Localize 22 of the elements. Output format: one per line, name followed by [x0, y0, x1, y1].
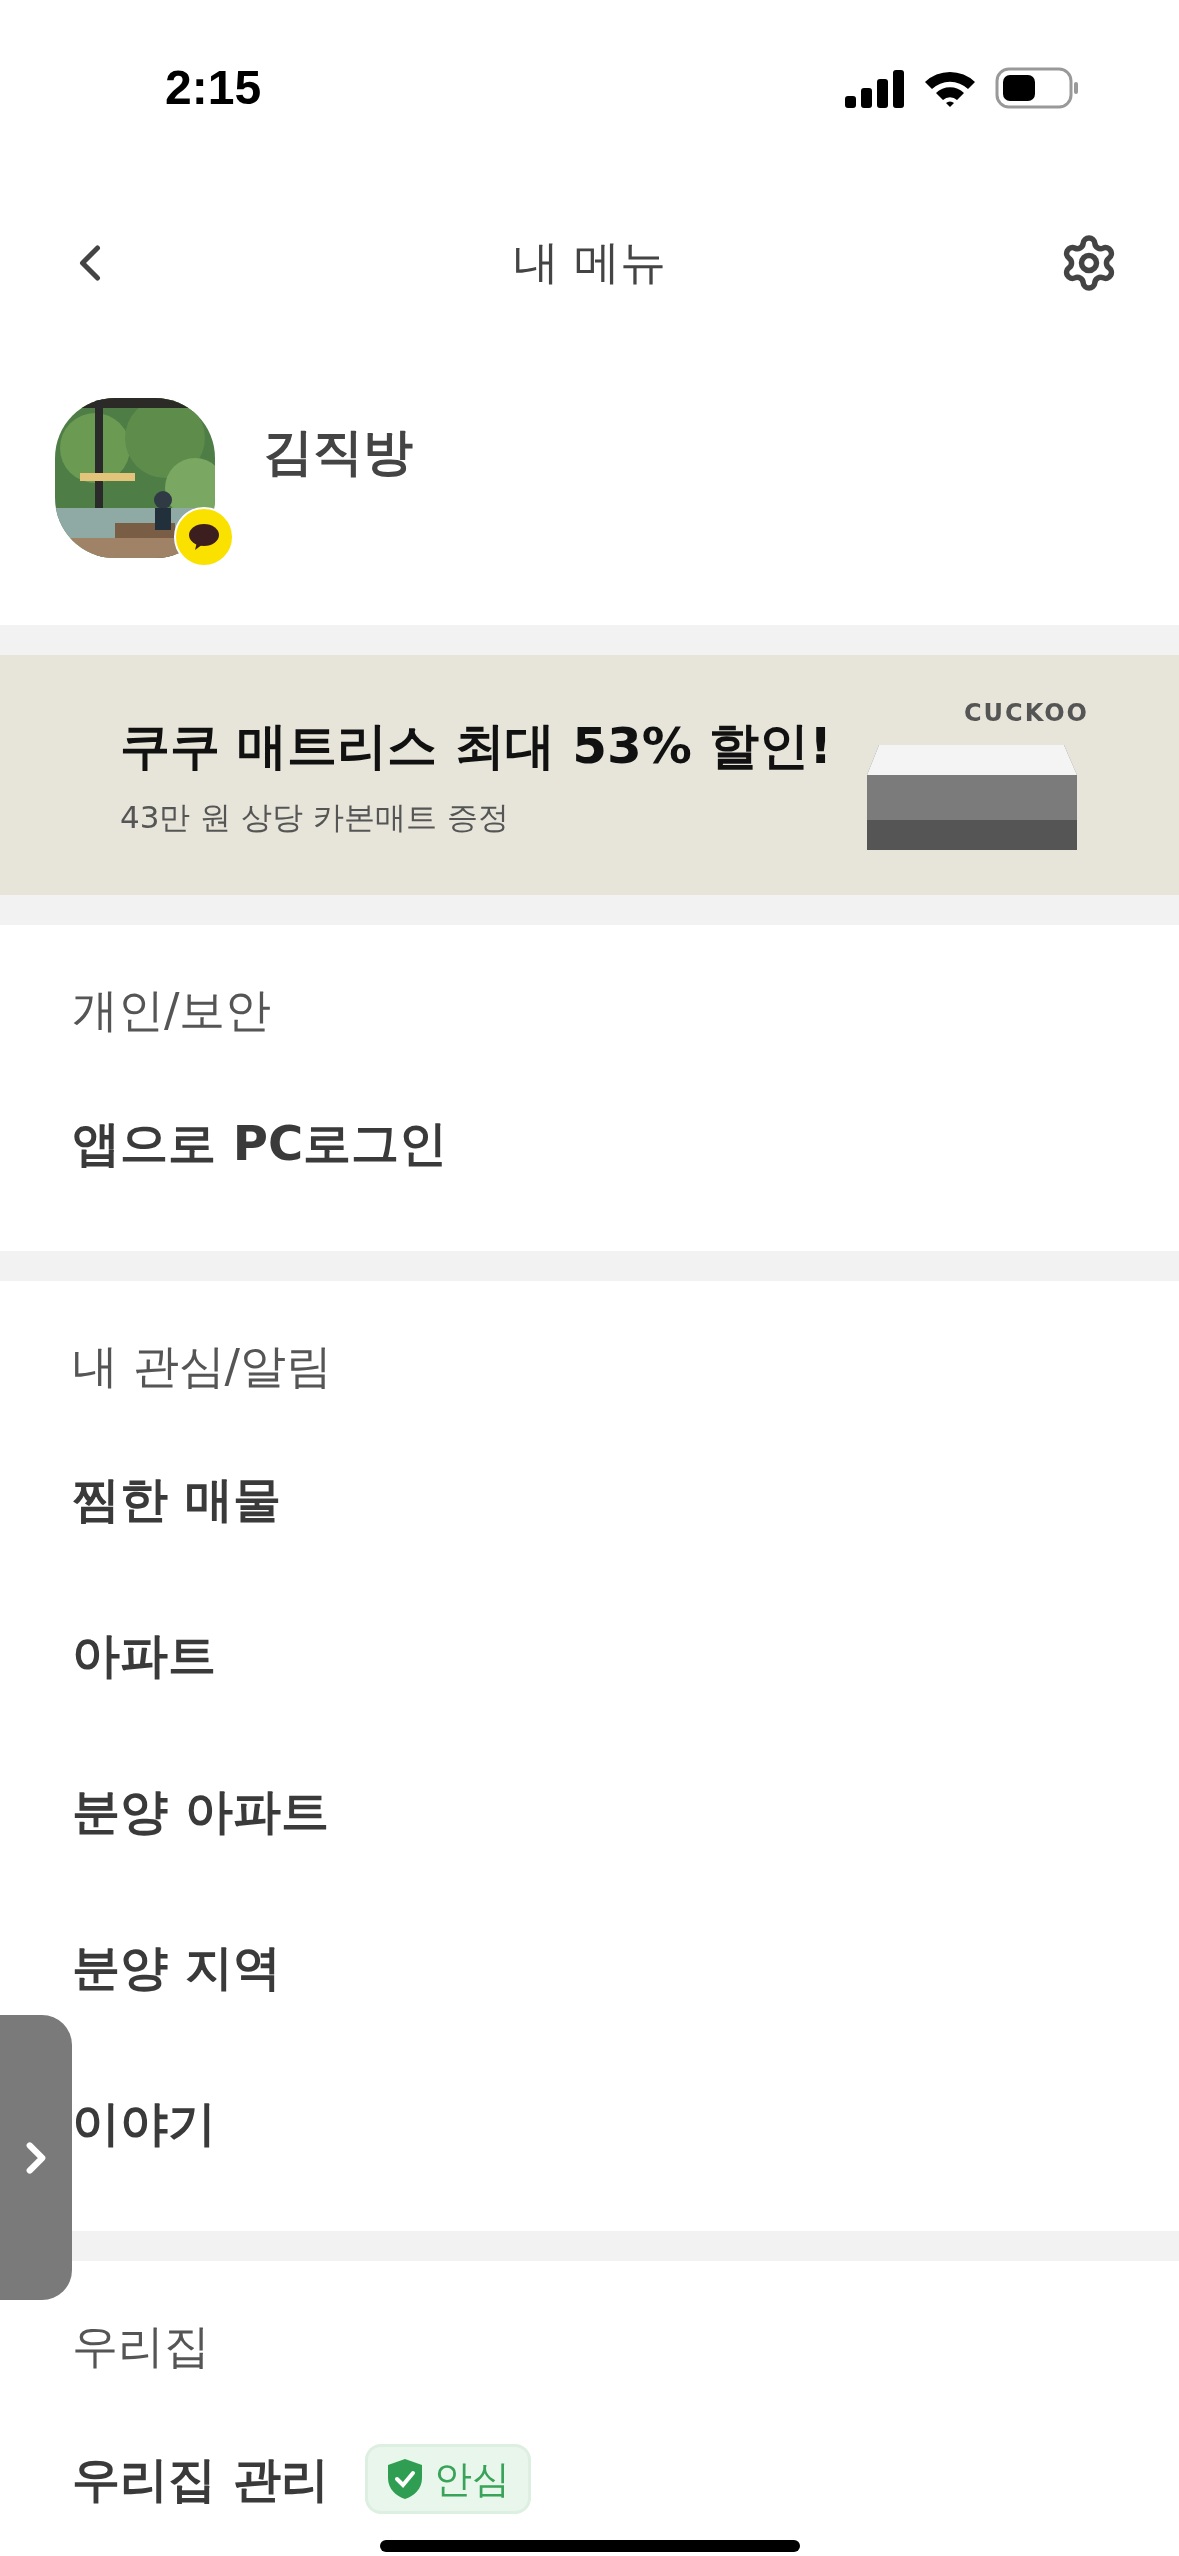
shield-check-icon: [385, 2458, 424, 2500]
signal-icon: [845, 67, 905, 108]
banner-subtext: 43만 원 상당 카본매트 증정: [120, 798, 510, 838]
banner-headline: 쿠쿠 매트리스 최대 53% 할인!: [120, 716, 833, 778]
menu-item[interactable]: 이야기: [72, 2087, 216, 2159]
section-title: 우리집: [72, 2317, 211, 2375]
floating-side-tab[interactable]: [0, 2015, 72, 2300]
section-title: 개인/보안: [72, 981, 273, 1039]
menu-item[interactable]: 분양 지역: [72, 1931, 281, 2003]
status-time: 2:15: [165, 59, 262, 116]
profile-name: 김직방: [263, 422, 413, 483]
chat-bubble-icon: [173, 505, 235, 568]
menu-item[interactable]: 아파트: [72, 1619, 216, 1691]
menu-item[interactable]: 찜한 매물: [72, 1463, 281, 1535]
safe-badge: 안심: [364, 2444, 531, 2514]
page-title: 내 메뉴: [513, 234, 666, 291]
menu-item[interactable]: 우리집 관리: [72, 2443, 329, 2515]
menu-item[interactable]: 분양 아파트: [72, 1775, 329, 1847]
battery-icon: [995, 66, 1079, 109]
brand-logo: CUCKOO: [963, 698, 1089, 729]
section-title: 내 관심/알림: [72, 1337, 334, 1395]
menu-item[interactable]: 앱으로 PC로그인: [72, 1107, 448, 1179]
